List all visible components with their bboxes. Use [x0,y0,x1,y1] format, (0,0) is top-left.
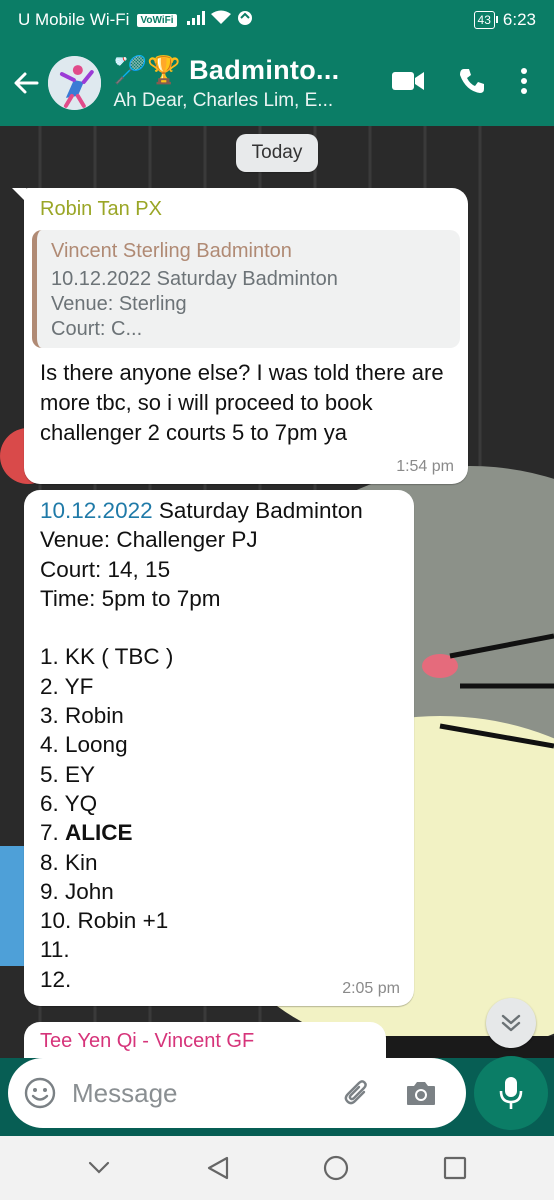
more-options-button[interactable] [520,67,528,100]
emoji-button[interactable] [8,1058,72,1128]
scroll-to-bottom-button[interactable] [486,998,536,1048]
message-line: Saturday Badminton [152,498,363,523]
circle-home-icon [324,1155,349,1181]
message-time: 1:54 pm [396,458,454,475]
message-bubble[interactable]: Robin Tan PX Vincent Sterling Badminton … [12,188,468,484]
message-line: Court: 14, 15 [40,556,171,582]
video-call-button[interactable] [392,70,424,97]
square-recents-icon [443,1156,466,1180]
quoted-author: Vincent Sterling Badminton [51,240,292,262]
message-line [40,613,410,642]
chat-area[interactable]: Today Robin Tan PX Vincent Sterling Badm… [0,126,554,1058]
triangle-back-icon [207,1156,228,1180]
message-line: 2. YF [40,673,94,699]
message-line: 5. EY [40,761,96,787]
message-line: 3. Robin [40,703,124,729]
clock: 6:23 [502,10,536,29]
date-link[interactable]: 10.12.2022 [40,498,153,523]
message-composer [8,1058,466,1128]
signal-icon [186,10,205,30]
voice-record-button[interactable] [474,1056,548,1130]
system-navigation-bar [0,1136,554,1200]
chat-header: 🏸🏆 Badminto... Ah Dear, Charles Lim, E..… [0,40,554,126]
sender-name[interactable]: Tee Yen Qi - Vincent GF [40,1030,254,1053]
message-bubble[interactable]: 10.12.2022 Saturday Badminton Venue: Cha… [24,490,414,1006]
wifi-icon [210,10,231,30]
attach-button[interactable] [332,1078,382,1108]
battery-icon: 43 [473,11,499,29]
message-line: 9. John [40,878,114,904]
camera-button[interactable] [396,1079,446,1107]
message-line: Venue: Challenger PJ [40,527,258,553]
phone-icon [460,68,484,93]
message-line: 7. [40,820,66,846]
message-time: 2:05 pm [342,980,400,997]
group-members: Ah Dear, Charles Lim, E... [113,90,334,111]
back-button[interactable] [4,40,48,126]
nav-home-button[interactable] [306,1138,366,1198]
sync-icon [237,10,253,31]
quoted-line: 10.12.2022 Saturday Badminton [51,268,338,290]
chevron-down-icon [89,1161,110,1174]
message-line: 1. KK ( TBC ) [40,644,174,670]
nav-hide-button[interactable] [69,1138,129,1198]
message-bubble[interactable]: Tee Yen Qi - Vincent GF [24,1022,386,1058]
quoted-line: Court: C... [51,318,143,340]
voice-call-button[interactable] [458,67,486,100]
camera-icon [407,1082,435,1105]
message-text: Is there anyone else? I was told there a… [40,360,444,445]
message-line: 4. Loong [40,732,128,758]
sender-name[interactable]: Robin Tan PX [40,198,162,221]
message-text: 10.12.2022 Saturday Badminton Venue: Cha… [40,496,410,994]
message-input[interactable] [72,1077,322,1109]
message-line: Time: 5pm to 7pm [40,585,221,611]
nav-recents-button[interactable] [425,1138,485,1198]
arrow-left-icon [14,72,39,94]
bold-name: ALICE [65,820,133,846]
status-bar: U Mobile Wi-Fi VoWiFi 43 6:23 [0,0,554,40]
message-line: 10. Robin +1 [40,908,169,934]
paperclip-icon [344,1080,367,1105]
nav-back-button[interactable] [188,1138,248,1198]
chat-title-area[interactable]: 🏸🏆 Badminto... Ah Dear, Charles Lim, E..… [113,54,392,112]
carrier-label: U Mobile Wi-Fi [18,10,130,29]
group-title: 🏸🏆 Badminto... [113,55,340,85]
quoted-line: Venue: Sterling [51,293,187,315]
group-avatar[interactable] [47,56,102,110]
video-camera-icon [392,71,424,90]
date-divider: Today [236,134,318,172]
message-line: 8. Kin [40,849,98,875]
message-line: 6. YQ [40,790,98,816]
quoted-message[interactable]: Vincent Sterling Badminton 10.12.2022 Sa… [32,230,460,348]
microphone-icon [499,1077,523,1109]
double-chevron-down-icon [501,1014,521,1032]
kebab-menu-icon [521,67,527,94]
message-line: 11. [40,937,70,963]
smiley-icon [24,1077,56,1109]
vowifi-badge: VoWiFi [137,13,177,27]
